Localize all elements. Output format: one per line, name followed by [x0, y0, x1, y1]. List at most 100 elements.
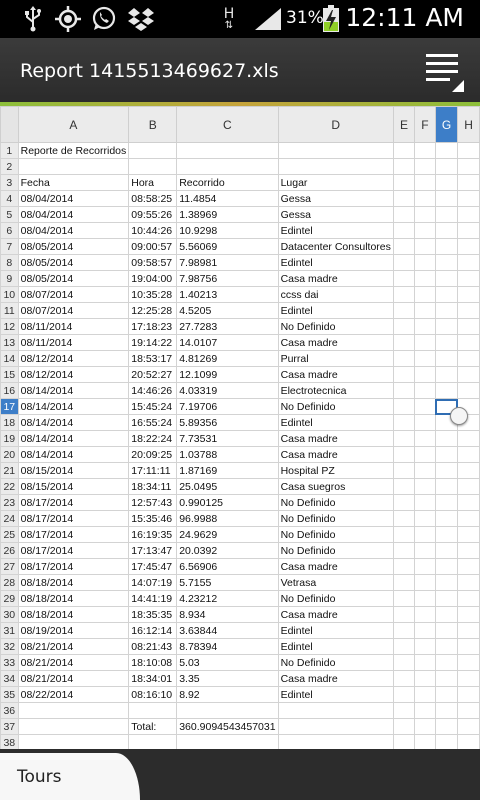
cell[interactable]: No Definido — [277, 318, 394, 335]
cell[interactable]: 19:04:00 — [128, 270, 178, 287]
cell[interactable] — [434, 574, 459, 591]
cell[interactable]: 18:10:08 — [128, 654, 178, 671]
cell[interactable] — [457, 478, 480, 495]
cell[interactable] — [392, 606, 416, 623]
cell[interactable] — [414, 430, 436, 447]
row-header[interactable]: 13 — [0, 334, 19, 351]
row-header[interactable]: 2 — [0, 158, 19, 175]
cell[interactable] — [392, 686, 416, 703]
cell[interactable] — [392, 174, 416, 191]
cell[interactable]: Casa madre — [277, 558, 394, 575]
cell[interactable] — [414, 142, 436, 159]
cell[interactable]: 14:46:26 — [128, 382, 178, 399]
cell[interactable]: 4.03319 — [176, 382, 279, 399]
cell[interactable] — [457, 270, 480, 287]
cell[interactable] — [17, 734, 130, 749]
cell[interactable] — [392, 366, 416, 383]
cell[interactable] — [392, 542, 416, 559]
cell[interactable]: 08/05/2014 — [17, 254, 130, 271]
cell[interactable] — [414, 382, 436, 399]
cell[interactable] — [414, 238, 436, 255]
cell[interactable]: 08/18/2014 — [17, 590, 130, 607]
cell[interactable]: 14:07:19 — [128, 574, 178, 591]
cell[interactable]: Casa madre — [277, 334, 394, 351]
cell[interactable] — [434, 590, 459, 607]
cell[interactable] — [457, 526, 480, 543]
cell[interactable] — [434, 286, 459, 303]
cell[interactable] — [457, 318, 480, 335]
cell[interactable] — [414, 654, 436, 671]
cell[interactable] — [414, 526, 436, 543]
cell[interactable] — [414, 638, 436, 655]
cell[interactable]: 14.0107 — [176, 334, 279, 351]
cell[interactable] — [434, 238, 459, 255]
cell[interactable]: Reporte de Recorridos — [17, 142, 130, 159]
row-header[interactable]: 35 — [0, 686, 19, 703]
column-header[interactable]: F — [414, 106, 436, 143]
cell[interactable] — [457, 446, 480, 463]
cell[interactable]: 08/07/2014 — [17, 286, 130, 303]
cell[interactable] — [392, 302, 416, 319]
cell[interactable]: 08/21/2014 — [17, 654, 130, 671]
cell[interactable]: Casa madre — [277, 366, 394, 383]
cell[interactable] — [434, 718, 459, 735]
row-header[interactable]: 16 — [0, 382, 19, 399]
cell[interactable] — [434, 670, 459, 687]
cell[interactable]: 8.92 — [176, 686, 279, 703]
cell[interactable]: 5.7155 — [176, 574, 279, 591]
cell[interactable] — [457, 718, 480, 735]
cell[interactable]: 3.63844 — [176, 622, 279, 639]
cell[interactable]: Hora — [128, 174, 178, 191]
cell[interactable]: 10:35:28 — [128, 286, 178, 303]
row-header[interactable]: 12 — [0, 318, 19, 335]
cell[interactable]: 08/11/2014 — [17, 318, 130, 335]
cell[interactable] — [457, 302, 480, 319]
cell[interactable]: 20:52:27 — [128, 366, 178, 383]
cell[interactable] — [392, 430, 416, 447]
cell[interactable] — [392, 526, 416, 543]
row-header[interactable]: 23 — [0, 494, 19, 511]
spreadsheet-grid[interactable]: ABCDEFGH 1 Reporte de Recorridos 2 3 Fecha Ho… — [0, 106, 480, 749]
cell[interactable] — [277, 734, 394, 749]
cell[interactable] — [457, 622, 480, 639]
cell[interactable]: No Definido — [277, 526, 394, 543]
cell[interactable]: 08/17/2014 — [17, 510, 130, 527]
cell[interactable]: 27.7283 — [176, 318, 279, 335]
cell[interactable] — [414, 302, 436, 319]
cell[interactable] — [414, 254, 436, 271]
cell[interactable]: 08/17/2014 — [17, 542, 130, 559]
cell[interactable]: Casa madre — [277, 670, 394, 687]
cell[interactable] — [457, 590, 480, 607]
cell[interactable]: 08/12/2014 — [17, 366, 130, 383]
cell[interactable]: Gessa — [277, 190, 394, 207]
cell[interactable] — [17, 158, 130, 175]
cell[interactable] — [414, 702, 436, 719]
cell[interactable] — [414, 350, 436, 367]
row-header[interactable]: 25 — [0, 526, 19, 543]
cell[interactable] — [457, 350, 480, 367]
cell[interactable]: 18:22:24 — [128, 430, 178, 447]
cell[interactable]: 09:00:57 — [128, 238, 178, 255]
column-header[interactable]: H — [457, 106, 480, 143]
row-header[interactable]: 21 — [0, 462, 19, 479]
row-header[interactable]: 11 — [0, 302, 19, 319]
cell[interactable] — [414, 542, 436, 559]
row-header[interactable]: 8 — [0, 254, 19, 271]
row-header[interactable]: 19 — [0, 430, 19, 447]
cell[interactable] — [457, 638, 480, 655]
cell[interactable]: Edintel — [277, 254, 394, 271]
cell[interactable] — [277, 142, 394, 159]
cell[interactable] — [392, 350, 416, 367]
cell[interactable]: 08:21:43 — [128, 638, 178, 655]
column-header[interactable]: D — [277, 106, 394, 143]
cell[interactable]: 6.56906 — [176, 558, 279, 575]
cell[interactable]: 7.98756 — [176, 270, 279, 287]
cell[interactable]: 18:34:11 — [128, 478, 178, 495]
cell[interactable] — [17, 718, 130, 735]
row-header[interactable]: 7 — [0, 238, 19, 255]
cell[interactable]: 08/15/2014 — [17, 462, 130, 479]
cell[interactable] — [434, 158, 459, 175]
row-header[interactable]: 26 — [0, 542, 19, 559]
cell[interactable]: Casa madre — [277, 446, 394, 463]
cell[interactable] — [457, 286, 480, 303]
